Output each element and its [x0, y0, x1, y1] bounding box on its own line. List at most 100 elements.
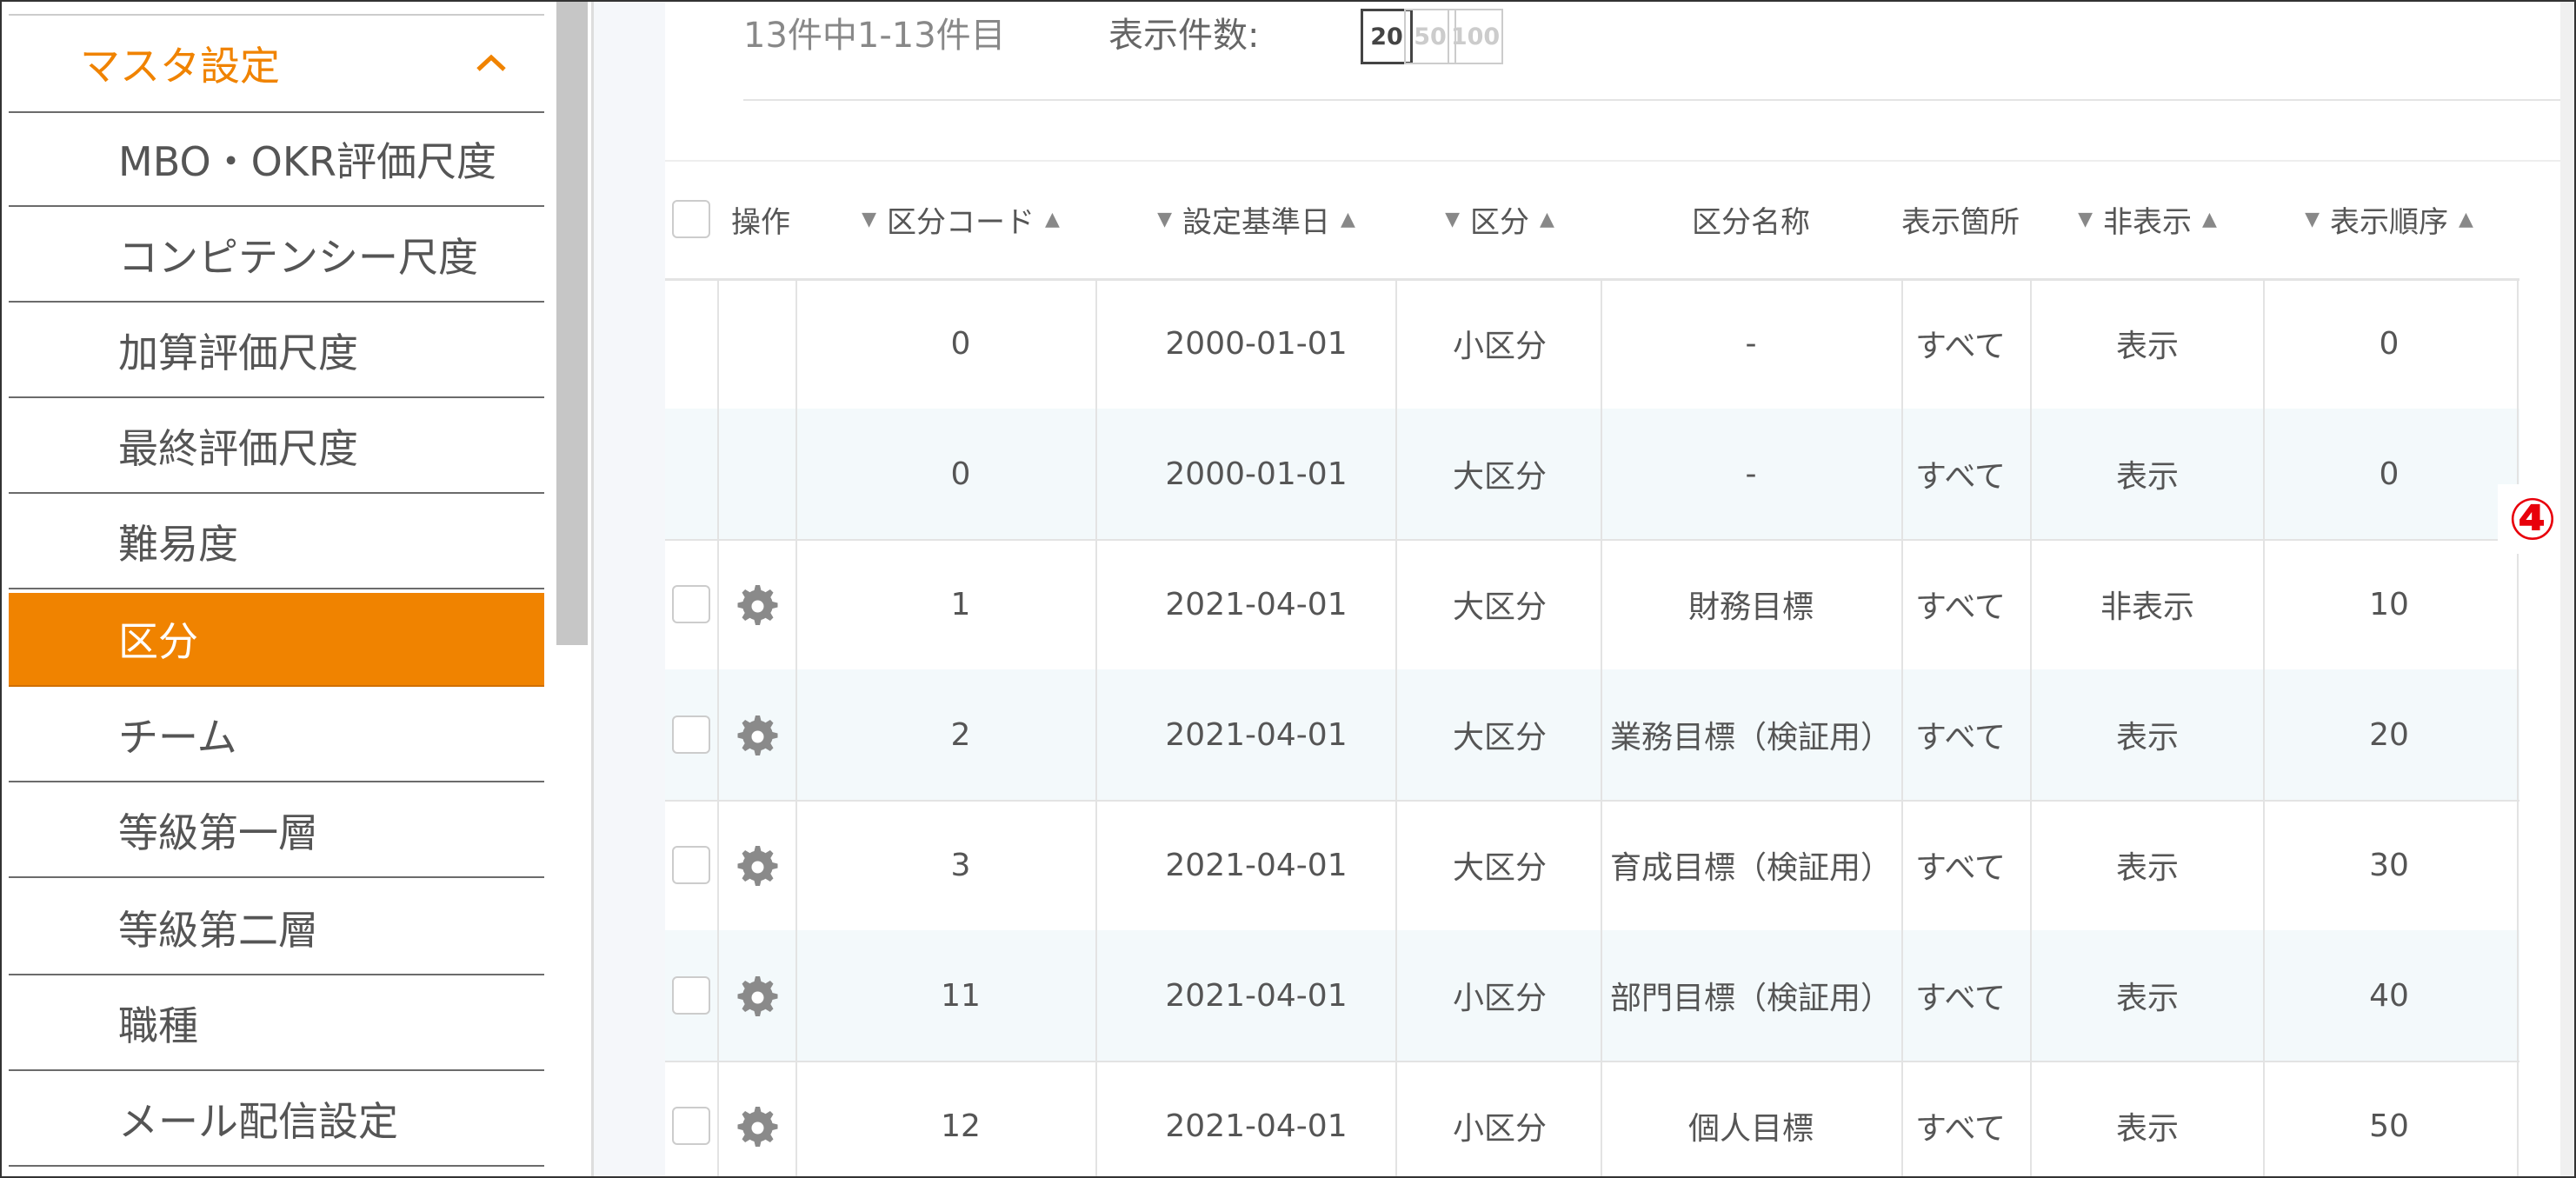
cell-name: -: [1745, 456, 1757, 492]
gear-icon[interactable]: [731, 841, 780, 889]
sort-asc-icon[interactable]: ▲: [1540, 209, 1554, 230]
sidebar-item-label: 難易度: [118, 521, 238, 568]
sort-asc-icon[interactable]: ▲: [2459, 209, 2473, 230]
row-checkbox[interactable]: [672, 715, 710, 754]
sidebar-item-label: コンピテンシー尺度: [118, 234, 478, 281]
col-header-category[interactable]: ▼ 区分 ▲: [1395, 160, 1604, 278]
table-row: 12 2021-04-01 小区分 個人目標 すべて 表示 50: [665, 1061, 2519, 1176]
gear-icon[interactable]: [731, 580, 780, 629]
col-header-hidden-label: 非表示: [2103, 204, 2192, 240]
sidebar-item[interactable]: 等級第二層: [9, 882, 544, 975]
result-count: 13件中1-13件目: [743, 16, 1006, 56]
sort-asc-icon[interactable]: ▲: [1341, 209, 1355, 230]
select-all-checkbox[interactable]: [672, 200, 710, 238]
sort-asc-icon[interactable]: ▲: [1045, 209, 1060, 230]
cell-base-date: 2021-04-01: [1165, 847, 1348, 883]
grid-line: [1095, 278, 1097, 1176]
main-scrollbar[interactable]: [2560, 2, 2574, 1176]
cell-code: 0: [950, 325, 971, 362]
cell-order: 20: [2369, 716, 2409, 753]
app-window: マスタ設定 MBO・OKR評価尺度 コンピテンシー尺度加算評価尺度最終評価尺度 難易…: [0, 0, 2576, 1178]
row-checkbox[interactable]: [672, 846, 710, 884]
col-header-order-label: 表示順序: [2330, 204, 2448, 240]
sidebar-item-label: 最終評価尺度: [118, 425, 358, 472]
cell-category: 小区分: [1452, 329, 1547, 364]
cell-hidden: 表示: [2115, 850, 2179, 886]
cell-category: 大区分: [1452, 459, 1547, 495]
gear-icon[interactable]: [731, 710, 780, 759]
cell-order: 10: [2369, 586, 2409, 622]
sidebar-item[interactable]: 難易度: [9, 496, 544, 589]
sidebar-item[interactable]: MBO・OKR評価尺度: [9, 113, 544, 207]
grid-line: [1901, 278, 1903, 1176]
grid-line: [1601, 278, 1602, 1176]
cell-hidden: 非表示: [2100, 589, 2194, 625]
grid-line: [717, 278, 719, 1176]
content-panel: 13件中1-13件目 表示件数: 20 50 100 操作 ▼ 区分コード ▲: [665, 2, 2574, 1176]
col-header-name-label: 区分名称: [1692, 204, 1810, 240]
sidebar-section-master-settings[interactable]: マスタ設定: [9, 14, 544, 113]
sidebar-scrollbar[interactable]: [556, 2, 588, 645]
grid-line: [2030, 278, 2032, 1176]
cell-name: 財務目標: [1687, 589, 1814, 625]
table-row: 0 2000-01-01 小区分 - すべて 表示 0: [665, 278, 2519, 410]
col-header-name: 区分名称: [1601, 160, 1901, 278]
cell-location: すべて: [1914, 1111, 2007, 1147]
sort-desc-icon[interactable]: ▼: [1445, 209, 1460, 230]
table-row: 0 2000-01-01 大区分 - すべて 表示 0: [665, 409, 2519, 541]
cell-code: 1: [950, 586, 971, 622]
col-header-order[interactable]: ▼ 表示順序 ▲: [2263, 160, 2515, 278]
gear-icon[interactable]: [731, 971, 780, 1020]
row-checkbox[interactable]: [672, 1107, 710, 1145]
sidebar-item-label: 等級第二層: [118, 907, 318, 954]
col-header-category-label: 区分: [1470, 204, 1529, 240]
cell-category: 大区分: [1452, 850, 1547, 886]
sidebar-item[interactable]: チーム: [9, 689, 544, 782]
cell-hidden: 表示: [2115, 329, 2179, 364]
sort-desc-icon[interactable]: ▼: [862, 209, 876, 230]
sidebar-item[interactable]: 最終評価尺度: [9, 400, 544, 494]
cell-name: 業務目標（検証用）: [1609, 720, 1892, 755]
col-header-code-label: 区分コード: [887, 204, 1035, 240]
sort-desc-icon[interactable]: ▼: [2078, 209, 2093, 230]
cell-name: 部門目標（検証用）: [1609, 981, 1892, 1016]
per-page-100-button[interactable]: 100: [1448, 9, 1503, 64]
sidebar-item[interactable]: 加算評価尺度: [9, 304, 544, 398]
cell-location: すべて: [1914, 981, 2007, 1016]
sidebar-item[interactable]: 職種: [9, 977, 544, 1071]
grid-line: [1395, 278, 1397, 1176]
cell-base-date: 2000-01-01: [1165, 456, 1348, 492]
pagination-bar: 13件中1-13件目 表示件数: 20 50 100: [665, 2, 2574, 162]
col-header-base-date[interactable]: ▼ 設定基準日 ▲: [1095, 160, 1417, 278]
cell-base-date: 2000-01-01: [1165, 325, 1348, 362]
cell-base-date: 2021-04-01: [1165, 586, 1348, 622]
cell-base-date: 2021-04-01: [1165, 716, 1348, 753]
sidebar-item[interactable]: 等級第一層: [9, 784, 544, 878]
row-checkbox[interactable]: [672, 976, 710, 1015]
sidebar-item[interactable]: 区分: [9, 593, 544, 687]
gear-icon[interactable]: [731, 1101, 780, 1150]
sort-asc-icon[interactable]: ▲: [2202, 209, 2217, 230]
sort-desc-icon[interactable]: ▼: [2305, 209, 2320, 230]
sort-desc-icon[interactable]: ▼: [1157, 209, 1172, 230]
sidebar-item[interactable]: コンピテンシー尺度: [9, 209, 544, 303]
sidebar-item-label: 区分: [118, 618, 198, 665]
col-header-hidden[interactable]: ▼ 非表示 ▲: [2030, 160, 2265, 278]
divider: [743, 99, 2574, 101]
cell-hidden: 表示: [2115, 1111, 2179, 1147]
sidebar-item[interactable]: メール配信設定: [9, 1073, 544, 1167]
cell-base-date: 2021-04-01: [1165, 1108, 1348, 1144]
main-area: 13件中1-13件目 表示件数: 20 50 100 操作 ▼ 区分コード ▲: [594, 2, 2574, 1176]
row-checkbox[interactable]: [672, 585, 710, 623]
cell-code: 11: [941, 977, 981, 1014]
col-header-location: 表示箇所: [1891, 160, 2030, 278]
sidebar-item-label: MBO・OKR評価尺度: [118, 138, 496, 185]
cell-code: 2: [950, 716, 971, 753]
col-header-base-date-label: 設定基準日: [1182, 204, 1330, 240]
sidebar-item-label: 職種: [118, 1002, 198, 1049]
cell-order: 40: [2369, 977, 2409, 1014]
chevron-up-icon: [476, 54, 506, 71]
col-header-code[interactable]: ▼ 区分コード ▲: [795, 160, 1126, 278]
cell-category: 大区分: [1452, 720, 1547, 755]
cell-order: 0: [2379, 325, 2400, 362]
